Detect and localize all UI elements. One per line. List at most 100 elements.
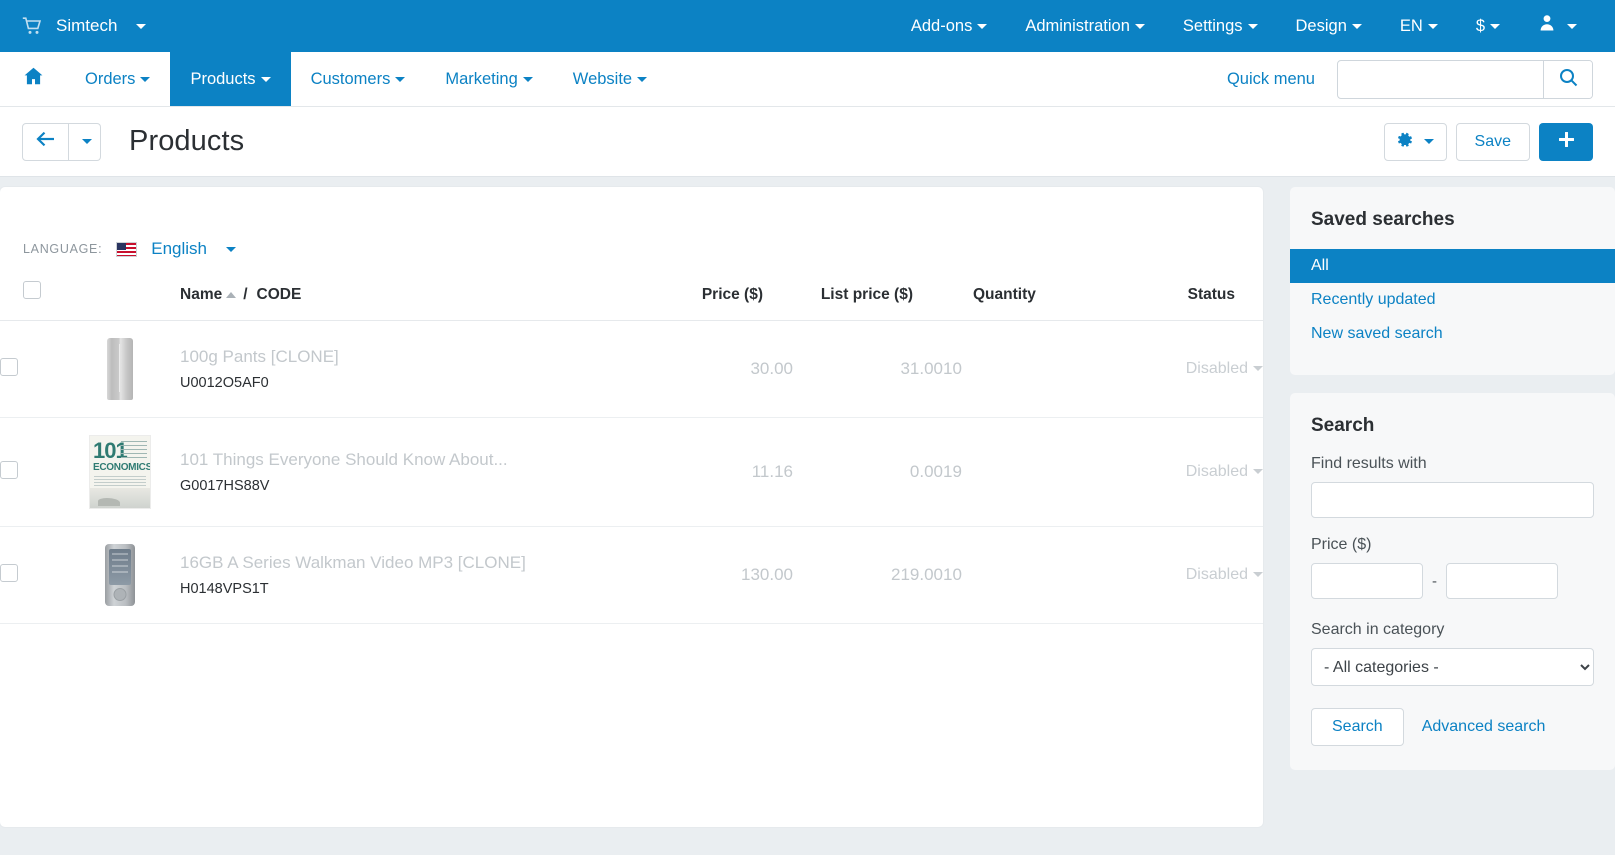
find-results-input[interactable] xyxy=(1311,482,1594,518)
product-code: G0017HS88V xyxy=(180,478,270,494)
saved-searches-list: All Recently updated New saved search xyxy=(1290,249,1615,351)
global-search-button[interactable] xyxy=(1543,60,1592,98)
header-quantity[interactable]: Quantity xyxy=(943,281,1133,321)
back-button-group xyxy=(22,122,101,161)
find-results-label: Find results with xyxy=(1311,455,1427,472)
product-name-link[interactable]: 16GB A Series Walkman Video MP3 [CLONE] xyxy=(180,553,643,573)
row-quantity: 10 xyxy=(943,359,962,378)
product-name-link[interactable]: 101 Things Everyone Should Know About... xyxy=(180,450,643,470)
saved-searches-title: Saved searches xyxy=(1311,209,1455,230)
language-value[interactable]: English xyxy=(151,239,207,259)
row-thumbnail-cell xyxy=(60,527,180,624)
topnav-item-settings[interactable]: Settings xyxy=(1164,0,1277,52)
topnav-item-currency[interactable]: $ xyxy=(1457,0,1519,52)
table-row[interactable]: 100g Pants [CLONE] U0012O5AF0 30.00 31.0… xyxy=(0,321,1263,418)
topnav-item-user-account[interactable] xyxy=(1519,0,1593,52)
chevron-down-icon xyxy=(82,139,92,144)
header-separator: / xyxy=(243,286,248,303)
global-search-input[interactable] xyxy=(1338,60,1543,98)
sort-ascending-icon xyxy=(226,291,237,298)
nav-item-products[interactable]: Products xyxy=(170,52,291,106)
status-dropdown[interactable]: Disabled xyxy=(1186,463,1263,480)
right-sidebar: Saved searches All Recently updated New … xyxy=(1290,187,1615,770)
header-name-sort[interactable]: Name xyxy=(180,286,222,303)
topnav-item-addons[interactable]: Add-ons xyxy=(892,0,1006,52)
back-button[interactable] xyxy=(22,122,69,161)
row-status-cell: Disabled xyxy=(1133,527,1263,624)
row-quantity: 19 xyxy=(943,462,962,481)
nav-item-customers[interactable]: Customers xyxy=(291,52,426,106)
topnav-item-administration[interactable]: Administration xyxy=(1006,0,1164,52)
row-price: 11.16 xyxy=(751,462,793,481)
saved-search-item-all[interactable]: All xyxy=(1290,249,1615,283)
advanced-search-link[interactable]: Advanced search xyxy=(1422,718,1546,736)
row-name-cell: 101 Things Everyone Should Know About...… xyxy=(180,418,643,527)
search-category-label: Search in category xyxy=(1311,621,1445,638)
home-icon xyxy=(24,67,43,91)
row-list-price: 219.00 xyxy=(891,565,943,584)
chevron-down-icon xyxy=(1351,24,1362,30)
status-label: Disabled xyxy=(1185,566,1248,583)
saved-search-item-recently-updated[interactable]: Recently updated xyxy=(1290,283,1615,317)
shopping-cart-icon xyxy=(22,17,42,35)
product-name-link[interactable]: 100g Pants [CLONE] xyxy=(180,347,643,367)
settings-dropdown-button[interactable] xyxy=(1383,122,1447,161)
status-dropdown[interactable]: Disabled xyxy=(1186,566,1263,583)
save-button[interactable]: Save xyxy=(1455,122,1530,161)
nav-item-marketing[interactable]: Marketing xyxy=(425,52,552,106)
status-dropdown[interactable]: Disabled xyxy=(1186,360,1263,377)
main-navigation: Orders Products Customers Marketing Webs… xyxy=(0,52,1615,107)
product-code: U0012O5AF0 xyxy=(180,375,269,391)
products-content-card: LANGUAGE: English Name / CODE Price ($) xyxy=(0,187,1263,827)
chevron-down-icon xyxy=(1423,139,1434,144)
header-code-sort[interactable]: CODE xyxy=(257,286,302,303)
row-status-cell: Disabled xyxy=(1133,418,1263,527)
price-from-input[interactable] xyxy=(1311,563,1423,599)
pants-thumbnail[interactable] xyxy=(107,338,133,400)
status-label: Disabled xyxy=(1185,463,1248,480)
header-name-code: Name / CODE xyxy=(180,281,643,321)
mp3-player-thumbnail[interactable] xyxy=(105,544,135,606)
add-product-button[interactable] xyxy=(1539,122,1593,161)
header-price[interactable]: Price ($) xyxy=(643,281,793,321)
top-navigation: Add-ons Administration Settings Design E… xyxy=(892,0,1593,52)
topnav-item-design[interactable]: Design xyxy=(1277,0,1381,52)
topnav-label: Administration xyxy=(1025,17,1130,35)
row-select-cell xyxy=(0,418,60,527)
saved-search-item-new[interactable]: New saved search xyxy=(1290,317,1615,351)
nav-item-orders[interactable]: Orders xyxy=(65,52,170,106)
book-thumbnail[interactable]: 101 ECONOMICS xyxy=(89,435,151,509)
quick-menu-link[interactable]: Quick menu xyxy=(1205,70,1337,89)
select-all-checkbox[interactable] xyxy=(23,281,41,299)
chevron-down-icon xyxy=(1253,572,1263,578)
header-list-price[interactable]: List price ($) xyxy=(793,281,943,321)
gear-icon xyxy=(1397,132,1413,152)
topnav-label: Add-ons xyxy=(910,17,973,35)
products-table-head: Name / CODE Price ($) List price ($) Quant… xyxy=(0,281,1263,321)
topnav-label: Design xyxy=(1295,17,1347,35)
back-dropdown-button[interactable] xyxy=(69,122,101,161)
price-to-input[interactable] xyxy=(1446,563,1558,599)
price-range-row: - xyxy=(1311,563,1594,599)
chevron-down-icon xyxy=(1253,469,1263,475)
brand-store-switcher[interactable]: Simtech xyxy=(22,16,147,36)
table-row[interactable]: 101 ECONOMICS 101 Things Everyone Should… xyxy=(0,418,1263,527)
search-submit-button[interactable]: Search xyxy=(1311,708,1404,746)
topnav-item-language[interactable]: EN xyxy=(1381,0,1457,52)
search-panel-title: Search xyxy=(1311,415,1375,436)
topnav-label: EN xyxy=(1399,17,1423,35)
price-range-label: Price ($) xyxy=(1311,536,1372,553)
chevron-down-icon xyxy=(977,24,988,30)
products-table-body: 100g Pants [CLONE] U0012O5AF0 30.00 31.0… xyxy=(0,321,1263,624)
nav-item-home[interactable] xyxy=(0,52,65,106)
row-checkbox[interactable] xyxy=(0,563,18,582)
status-label: Disabled xyxy=(1185,360,1248,377)
search-category-select[interactable]: - All categories - xyxy=(1311,648,1594,686)
row-checkbox[interactable] xyxy=(0,357,18,376)
nav-item-website[interactable]: Website xyxy=(553,52,667,106)
table-row[interactable]: 16GB A Series Walkman Video MP3 [CLONE] … xyxy=(0,527,1263,624)
header-status[interactable]: Status xyxy=(1133,281,1263,321)
row-quantity: 10 xyxy=(943,565,962,584)
row-name-cell: 100g Pants [CLONE] U0012O5AF0 xyxy=(180,321,643,418)
row-checkbox[interactable] xyxy=(0,460,18,479)
